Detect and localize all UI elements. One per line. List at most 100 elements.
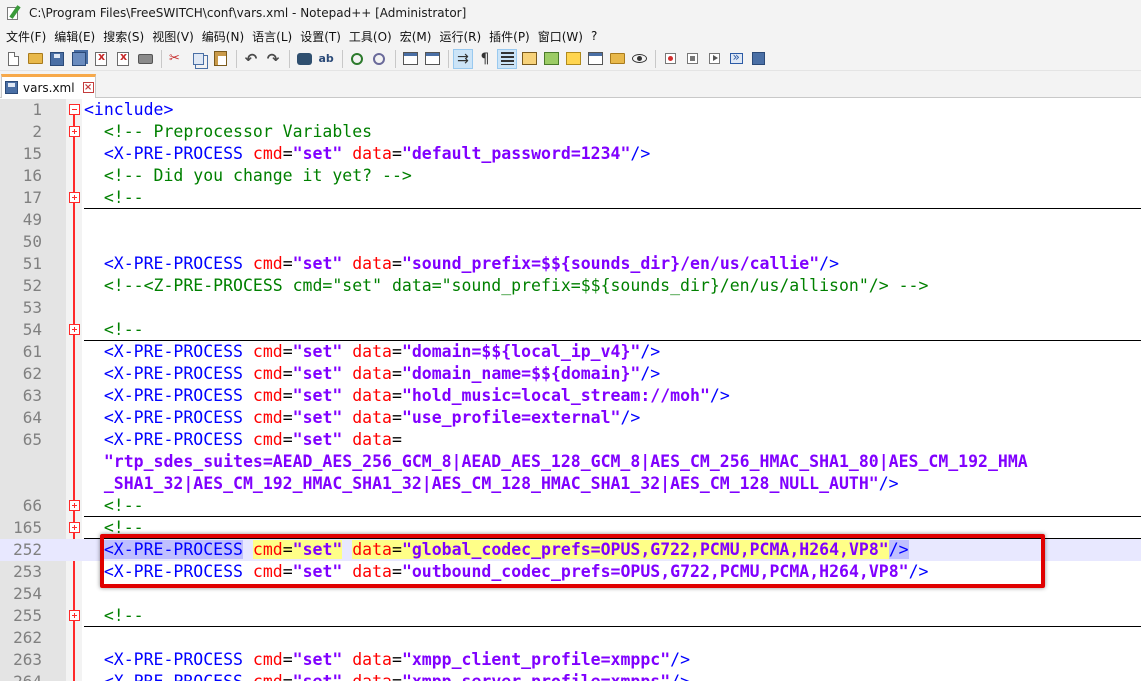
code-line[interactable]: 1 <include> bbox=[0, 99, 1141, 121]
code-line[interactable]: 65 <X-PRE-PROCESS cmd="set" data= bbox=[0, 429, 1141, 451]
code-line[interactable]: 264 <X-PRE-PROCESS cmd="set" data="xmpp_… bbox=[0, 671, 1141, 681]
close-all-icon[interactable] bbox=[113, 49, 133, 69]
code-line[interactable]: 51 <X-PRE-PROCESS cmd="set" data="sound_… bbox=[0, 253, 1141, 275]
doc-map-icon[interactable] bbox=[541, 49, 561, 69]
code-token-op: = bbox=[392, 672, 402, 681]
code-line[interactable]: 263 <X-PRE-PROCESS cmd="set" data="xmpp_… bbox=[0, 649, 1141, 671]
save-icon[interactable] bbox=[47, 49, 67, 69]
code-line[interactable]: 64 <X-PRE-PROCESS cmd="set" data="use_pr… bbox=[0, 407, 1141, 429]
code-line[interactable]: 61 <X-PRE-PROCESS cmd="set" data="domain… bbox=[0, 341, 1141, 363]
code-token-op: = bbox=[282, 650, 293, 669]
code-line[interactable]: "rtp_sdes_suites=AEAD_AES_256_GCM_8|AEAD… bbox=[0, 451, 1141, 473]
code-token-tag: <X-PRE-PROCESS bbox=[103, 650, 243, 669]
code-line[interactable]: _SHA1_32|AES_CM_192_HMAC_SHA1_32|AES_CM_… bbox=[0, 473, 1141, 495]
indent-guide-icon[interactable] bbox=[497, 48, 517, 69]
copy-icon[interactable] bbox=[188, 49, 208, 69]
menu-tools[interactable]: 工具(O) bbox=[346, 28, 395, 45]
stop-record-icon[interactable] bbox=[682, 49, 702, 69]
monitoring-icon[interactable] bbox=[629, 49, 649, 69]
toolbar-separator bbox=[655, 49, 656, 68]
code-line[interactable]: 54 <!-- bbox=[0, 319, 1141, 341]
menu-settings[interactable]: 设置(T) bbox=[297, 28, 344, 45]
run-macro-multiple-icon[interactable] bbox=[726, 49, 746, 69]
code-token-attr: data bbox=[352, 254, 392, 273]
sync-vertical-icon[interactable] bbox=[400, 49, 420, 69]
code-line[interactable]: 2 <!-- Preprocessor Variables bbox=[0, 121, 1141, 143]
folder-workspace-icon[interactable] bbox=[585, 49, 605, 69]
code-token-tag: <X-PRE-PROCESS bbox=[103, 364, 243, 383]
fold-expand-icon[interactable] bbox=[69, 500, 80, 511]
code-line[interactable]: 62 <X-PRE-PROCESS cmd="set" data="domain… bbox=[0, 363, 1141, 385]
code-token-tag: <X-PRE-PROCESS bbox=[103, 144, 243, 163]
find-icon[interactable] bbox=[294, 49, 314, 69]
tab-vars-xml[interactable]: vars.xml × bbox=[1, 74, 96, 98]
save-all-icon[interactable] bbox=[69, 49, 89, 69]
code-token-cmt: <!-- Did you change it yet? --> bbox=[103, 166, 412, 185]
fold-expand-icon[interactable] bbox=[69, 522, 80, 533]
code-editor[interactable]: 1 <include> 2 <!-- Preprocessor Variables 1… bbox=[0, 99, 1141, 681]
replace-icon[interactable]: ab bbox=[316, 49, 336, 69]
undo-icon[interactable]: ↶ bbox=[241, 49, 261, 69]
save-macro-icon[interactable] bbox=[748, 49, 768, 69]
menu-help[interactable]: ? bbox=[588, 29, 600, 43]
code-line[interactable]: 66 <!-- bbox=[0, 495, 1141, 517]
function-list-icon[interactable] bbox=[563, 49, 583, 69]
code-line[interactable]: 16 <!-- Did you change it yet? --> bbox=[0, 165, 1141, 187]
fold-expand-icon[interactable] bbox=[69, 126, 80, 137]
menu-plugins[interactable]: 插件(P) bbox=[486, 28, 533, 45]
code-token-attr: cmd bbox=[252, 408, 283, 427]
close-tab-icon[interactable]: × bbox=[82, 82, 94, 93]
sync-horizontal-icon[interactable] bbox=[422, 49, 442, 69]
fold-expand-icon[interactable] bbox=[69, 324, 80, 335]
menu-encoding[interactable]: 编码(N) bbox=[199, 28, 247, 45]
redo-icon[interactable]: ↷ bbox=[263, 49, 283, 69]
menu-file[interactable]: 文件(F) bbox=[3, 28, 49, 45]
open-file-icon[interactable] bbox=[25, 49, 45, 69]
new-file-icon[interactable] bbox=[3, 49, 23, 69]
show-all-chars-icon[interactable]: ¶ bbox=[475, 49, 495, 69]
menu-search[interactable]: 搜索(S) bbox=[100, 28, 147, 45]
record-macro-icon[interactable] bbox=[660, 49, 680, 69]
menu-edit[interactable]: 编辑(E) bbox=[51, 28, 98, 45]
line-number: 1 bbox=[32, 100, 42, 119]
code-token-cmt: <!-- bbox=[103, 496, 144, 515]
code-line[interactable]: 53 bbox=[0, 297, 1141, 319]
close-file-icon[interactable] bbox=[91, 49, 111, 69]
fold-expand-icon[interactable] bbox=[69, 610, 80, 621]
word-wrap-icon[interactable]: ⇉ bbox=[453, 48, 473, 69]
code-line[interactable]: 262 bbox=[0, 627, 1141, 649]
code-token-tag: <X-PRE-PROCESS bbox=[103, 342, 243, 361]
doc-list-icon[interactable] bbox=[607, 49, 627, 69]
menu-macro[interactable]: 宏(M) bbox=[397, 28, 435, 45]
code-token-str: "xmpp_server_profile=xmpps" bbox=[402, 672, 670, 681]
line-number: 53 bbox=[22, 298, 42, 317]
paste-icon[interactable] bbox=[210, 49, 230, 69]
zoom-in-icon[interactable] bbox=[347, 49, 367, 69]
code-line[interactable]: 255 <!-- bbox=[0, 605, 1141, 627]
play-macro-icon[interactable] bbox=[704, 49, 724, 69]
menu-window[interactable]: 窗口(W) bbox=[535, 28, 586, 45]
fold-collapse-icon[interactable] bbox=[69, 104, 80, 115]
menu-language[interactable]: 语言(L) bbox=[249, 28, 295, 45]
code-line[interactable]: 52 <!--<Z-PRE-PROCESS cmd="set" data="so… bbox=[0, 275, 1141, 297]
code-line[interactable]: 15 <X-PRE-PROCESS cmd="set" data="defaul… bbox=[0, 143, 1141, 165]
title-bar: C:\Program Files\FreeSWITCH\conf\vars.xm… bbox=[0, 0, 1141, 25]
code-line[interactable]: 50 bbox=[0, 231, 1141, 253]
fold-expand-icon[interactable] bbox=[69, 192, 80, 203]
line-number: 54 bbox=[22, 320, 42, 339]
menu-view[interactable]: 视图(V) bbox=[149, 28, 197, 45]
cut-icon[interactable]: ✂ bbox=[166, 49, 186, 69]
print-icon[interactable] bbox=[135, 49, 155, 69]
code-token-tag: <X-PRE-PROCESS bbox=[103, 408, 243, 427]
menu-run[interactable]: 运行(R) bbox=[436, 28, 484, 45]
zoom-out-icon[interactable] bbox=[369, 49, 389, 69]
line-number: 16 bbox=[22, 166, 42, 185]
code-token-attr: cmd bbox=[252, 386, 283, 405]
language-define-icon[interactable] bbox=[519, 49, 539, 69]
code-line[interactable]: 17 <!-- bbox=[0, 187, 1141, 209]
code-line[interactable]: 49 bbox=[0, 209, 1141, 231]
code-line[interactable]: 63 <X-PRE-PROCESS cmd="set" data="hold_m… bbox=[0, 385, 1141, 407]
